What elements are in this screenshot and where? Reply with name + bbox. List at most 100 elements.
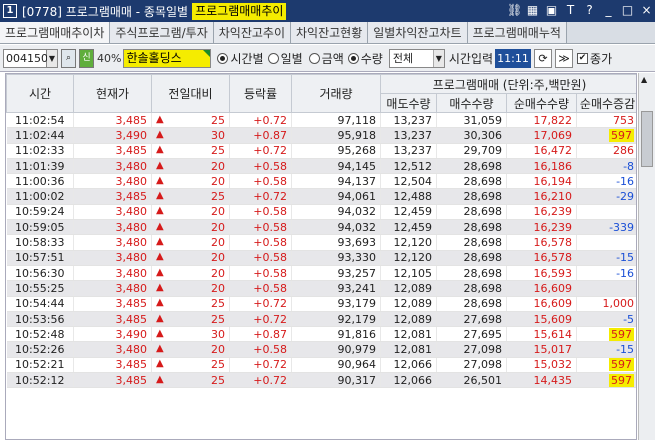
table-row[interactable]: 11:00:36 3,480 ▲ 20 +0.58 94,137 12,504 28,698 1… xyxy=(6,173,636,190)
col-sell[interactable]: 매도수량 xyxy=(380,93,437,113)
interval-input[interactable]: 11:11 xyxy=(495,48,532,68)
cell-sell-value: 12,105 xyxy=(393,266,433,280)
radio-daily[interactable]: 일별 xyxy=(267,50,303,67)
col-net-delta[interactable]: 순매수증감 xyxy=(575,93,636,113)
cell-price-value: 3,480 xyxy=(115,205,148,219)
link-icon[interactable]: ⛓ xyxy=(507,2,522,18)
table-row[interactable]: 10:55:25 3,480 ▲ 20 +0.58 93,241 12,089 28,698 1… xyxy=(6,280,636,297)
cell-price-value: 3,480 xyxy=(115,343,148,357)
chart-icon[interactable]: ▦ xyxy=(526,2,539,18)
table-row[interactable]: 11:01:39 3,480 ▲ 20 +0.58 94,145 12,512 28,698 1… xyxy=(6,158,636,175)
table-row[interactable]: 10:52:26 3,480 ▲ 20 +0.58 90,979 12,081 27,098 1… xyxy=(6,341,636,358)
table-row[interactable]: 10:59:24 3,480 ▲ 20 +0.58 94,032 12,459 28,698 1… xyxy=(6,204,636,221)
col-time[interactable]: 시간 xyxy=(6,74,74,113)
cell-change-value: 25 xyxy=(211,190,225,204)
radio-quantity-dot[interactable] xyxy=(347,52,359,64)
cell-time: 10:52:21 xyxy=(6,357,74,374)
table-row[interactable]: 10:58:33 3,480 ▲ 20 +0.58 93,693 12,120 28,698 1… xyxy=(6,234,636,251)
table-row[interactable]: 11:02:33 3,485 ▲ 25 +0.72 95,268 13,237 29,709 1… xyxy=(6,143,636,159)
close-icon[interactable]: × xyxy=(640,2,653,18)
cell-rate: +0.58 xyxy=(229,280,292,297)
window-number-badge[interactable]: 1 xyxy=(3,4,17,18)
cell-buy-value: 29,709 xyxy=(463,144,503,158)
cell-net: 16,578 xyxy=(506,250,577,266)
minimize-icon[interactable]: _ xyxy=(602,2,615,18)
period-radio-group: 시간별 일별 xyxy=(217,50,306,67)
table-row[interactable]: 10:59:05 3,480 ▲ 20 +0.58 94,032 12,459 28,698 1… xyxy=(6,219,636,236)
tab-program-trend-chart[interactable]: 프로그램매매추이차 xyxy=(0,22,111,43)
cell-price-value: 3,480 xyxy=(115,266,148,280)
stock-code-input[interactable]: 004150 xyxy=(3,48,48,68)
cell-volume: 94,137 xyxy=(291,173,381,190)
cell-time: 11:01:39 xyxy=(6,158,74,175)
vertical-scrollbar[interactable]: ▲ xyxy=(638,73,655,440)
scroll-thumb[interactable] xyxy=(641,111,653,167)
scroll-up-icon[interactable]: ▲ xyxy=(641,75,647,84)
cell-time-value: 10:59:05 xyxy=(15,220,65,234)
maximize-icon[interactable]: □ xyxy=(621,2,634,18)
cell-rate-value: +0.58 xyxy=(253,174,287,188)
checkmark-icon[interactable]: ✔ xyxy=(577,52,589,64)
col-net[interactable]: 순매수수량 xyxy=(506,93,577,113)
cell-net-delta-value: 1,000 xyxy=(602,297,635,311)
col-buy[interactable]: 매수수량 xyxy=(436,93,507,113)
col-volume[interactable]: 거래량 xyxy=(291,74,381,113)
cell-buy: 31,059 xyxy=(436,112,507,129)
table-row[interactable]: 10:56:30 3,480 ▲ 20 +0.58 93,257 12,105 28,698 1… xyxy=(6,265,636,282)
col-rate[interactable]: 등락률 xyxy=(229,74,292,113)
tab-stock-program-investor[interactable]: 주식프로그램/투자 xyxy=(110,22,214,43)
chevron-down-icon[interactable]: ▼ xyxy=(47,48,58,68)
table-row[interactable]: 10:57:51 3,480 ▲ 20 +0.58 93,330 12,120 28,698 1… xyxy=(6,250,636,266)
filter-select[interactable]: 전체 ▼ xyxy=(388,48,445,68)
table-row[interactable]: 10:54:44 3,485 ▲ 25 +0.72 93,179 12,089 28,698 1… xyxy=(6,296,636,312)
tab-daily-arbitrage-chart[interactable]: 일별차익잔고차트 xyxy=(368,22,468,43)
up-arrow-icon: ▲ xyxy=(156,373,164,385)
cell-time-value: 11:02:44 xyxy=(15,128,65,142)
cell-net-delta-value: 597 xyxy=(609,358,635,372)
next-icon[interactable]: ≫ xyxy=(555,48,574,68)
radio-quantity[interactable]: 수량 xyxy=(347,50,383,67)
radio-hourly[interactable]: 시간별 xyxy=(217,50,264,67)
help-icon[interactable]: ? xyxy=(583,2,596,18)
cell-rate: +0.58 xyxy=(229,265,292,282)
search-icon[interactable]: ⌕ xyxy=(61,48,76,68)
stack-icon[interactable]: T xyxy=(564,2,577,18)
chevron-down-icon[interactable]: ▼ xyxy=(432,49,444,67)
cell-price: 3,480 xyxy=(73,204,152,221)
col-price[interactable]: 현재가 xyxy=(73,74,152,113)
cell-rate: +0.58 xyxy=(229,173,292,190)
table-row[interactable]: 10:52:48 3,490 ▲ 30 +0.87 91,816 12,081 27,695 1… xyxy=(6,326,636,343)
cell-price: 3,485 xyxy=(73,296,152,312)
cell-net-delta-value: 597 xyxy=(609,373,635,387)
cell-change: ▲ 25 xyxy=(151,143,230,159)
table-row[interactable]: 10:52:12 3,485 ▲ 25 +0.72 90,317 12,066 26,501 1… xyxy=(6,372,636,389)
tab-arbitrage-balance-trend[interactable]: 차익잔고추이 xyxy=(213,22,291,43)
cell-net-delta: 1,000 xyxy=(576,296,636,312)
cell-price-value: 3,485 xyxy=(115,297,148,311)
table-row[interactable]: 10:52:21 3,485 ▲ 25 +0.72 90,964 12,066 27,098 1… xyxy=(6,357,636,374)
tab-program-cumulative[interactable]: 프로그램매매누적 xyxy=(467,22,567,43)
radio-amount-dot[interactable] xyxy=(308,52,320,64)
cell-price-value: 3,490 xyxy=(115,128,148,142)
radio-daily-dot[interactable] xyxy=(267,52,279,64)
cell-time: 10:53:56 xyxy=(6,311,74,328)
close-price-checkbox[interactable]: ✔ 종가 xyxy=(577,50,612,67)
cell-volume: 94,061 xyxy=(291,188,381,205)
stock-name-field[interactable]: 한솔홀딩스 xyxy=(123,48,212,68)
radio-quantity-label: 수량 xyxy=(360,51,383,66)
cell-time: 10:59:24 xyxy=(6,204,74,221)
table-row[interactable]: 11:00:02 3,485 ▲ 25 +0.72 94,061 12,488 28,698 1… xyxy=(6,188,636,205)
cell-time-value: 10:52:21 xyxy=(15,358,65,372)
col-change[interactable]: 전일대비 xyxy=(151,74,230,113)
cell-buy-value: 28,698 xyxy=(463,266,503,280)
tab-arbitrage-balance-status[interactable]: 차익잔고현황 xyxy=(291,22,369,43)
cell-volume: 90,979 xyxy=(291,341,381,358)
table-row[interactable]: 10:53:56 3,485 ▲ 25 +0.72 92,179 12,089 27,698 1… xyxy=(6,311,636,328)
table-row[interactable]: 11:02:44 3,490 ▲ 30 +0.87 95,918 13,237 30,306 1… xyxy=(6,127,636,144)
lock-icon[interactable]: ▣ xyxy=(545,2,558,18)
cell-sell-value: 12,081 xyxy=(393,343,433,357)
refresh-icon[interactable]: ⟳ xyxy=(534,48,553,68)
radio-amount[interactable]: 금액 xyxy=(308,50,344,67)
radio-hourly-dot[interactable] xyxy=(217,52,229,64)
table-row[interactable]: 11:02:54 3,485 ▲ 25 +0.72 97,118 13,237 31,059 1… xyxy=(6,112,636,129)
